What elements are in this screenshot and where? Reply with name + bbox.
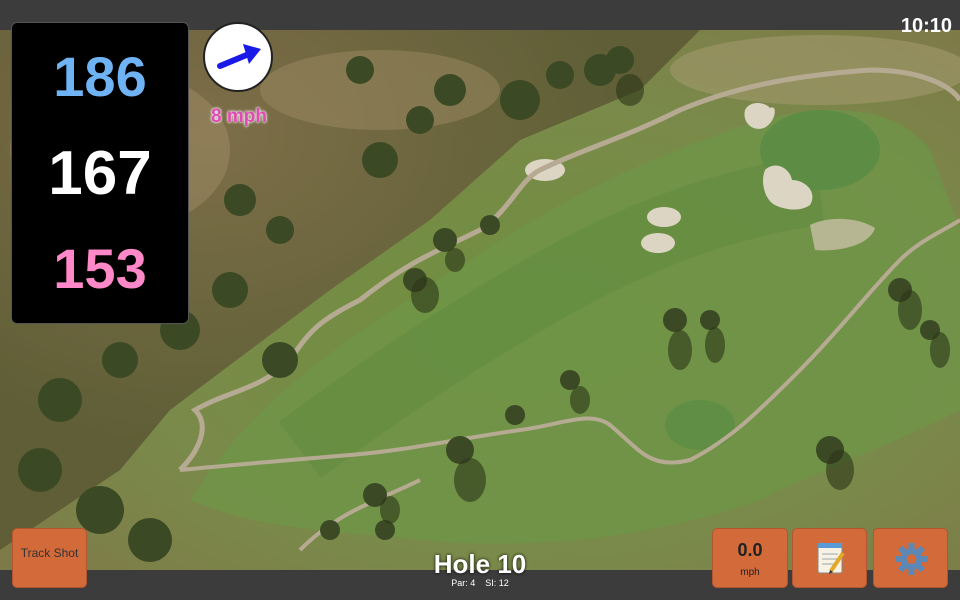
hole-info: Par: 4 SI: 12 — [380, 578, 580, 588]
notepad-icon — [817, 543, 845, 574]
front-distance: 153 — [53, 237, 147, 300]
middle-distance: 167 — [48, 139, 152, 208]
clock: 10:10 — [900, 15, 952, 37]
gear-icon — [895, 543, 928, 575]
notes-button[interactable] — [792, 528, 867, 588]
hole-par: Par: 4 — [451, 578, 476, 588]
hole-stroke-index: SI: 12 — [485, 578, 509, 588]
speed-button[interactable]: 0.0 mph — [712, 528, 788, 588]
distance-panel: 186 167 153 — [11, 22, 189, 324]
wind-speed: 8 mph — [211, 106, 267, 127]
speed-unit: mph — [740, 567, 760, 578]
wind-direction-arrow-icon — [203, 22, 273, 92]
settings-button[interactable] — [873, 528, 948, 588]
back-distance: 186 — [53, 45, 147, 108]
speed-value: 0.0 — [737, 540, 763, 560]
hole-title: Hole 10 — [433, 549, 527, 579]
track-shot-button[interactable]: Track Shot — [12, 528, 87, 588]
